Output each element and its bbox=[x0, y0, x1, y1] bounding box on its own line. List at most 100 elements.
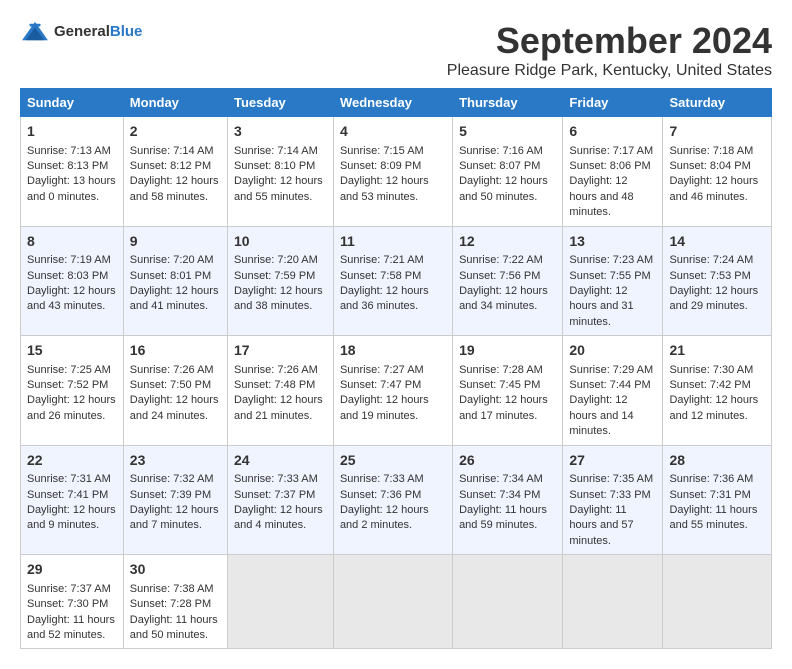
calendar-day-cell: 15Sunrise: 7:25 AMSunset: 7:52 PMDayligh… bbox=[21, 336, 124, 446]
day-number: 2 bbox=[130, 122, 221, 142]
daylight: Daylight: 12 hours and 17 minutes. bbox=[459, 394, 548, 421]
daylight: Daylight: 12 hours and 14 minutes. bbox=[569, 394, 633, 437]
calendar-day-cell: 20Sunrise: 7:29 AMSunset: 7:44 PMDayligh… bbox=[563, 336, 663, 446]
sunrise: Sunrise: 7:27 AM bbox=[340, 364, 424, 376]
day-number: 15 bbox=[27, 341, 117, 361]
daylight: Daylight: 12 hours and 38 minutes. bbox=[234, 285, 323, 312]
day-number: 23 bbox=[130, 451, 221, 471]
daylight: Daylight: 11 hours and 50 minutes. bbox=[130, 614, 218, 641]
daylight: Daylight: 12 hours and 24 minutes. bbox=[130, 394, 219, 421]
sunrise: Sunrise: 7:31 AM bbox=[27, 473, 111, 485]
sunset: Sunset: 8:07 PM bbox=[459, 160, 540, 172]
daylight: Daylight: 11 hours and 59 minutes. bbox=[459, 504, 547, 531]
day-number: 28 bbox=[669, 451, 765, 471]
daylight: Daylight: 12 hours and 36 minutes. bbox=[340, 285, 429, 312]
day-number: 27 bbox=[569, 451, 656, 471]
daylight: Daylight: 12 hours and 41 minutes. bbox=[130, 285, 219, 312]
main-title: September 2024 bbox=[447, 20, 772, 62]
calendar-day-cell: 10Sunrise: 7:20 AMSunset: 7:59 PMDayligh… bbox=[228, 226, 334, 336]
day-number: 1 bbox=[27, 122, 117, 142]
daylight: Daylight: 12 hours and 19 minutes. bbox=[340, 394, 429, 421]
calendar-day-cell: 8Sunrise: 7:19 AMSunset: 8:03 PMDaylight… bbox=[21, 226, 124, 336]
sunset: Sunset: 7:47 PM bbox=[340, 379, 421, 391]
title-section: September 2024 Pleasure Ridge Park, Kent… bbox=[447, 20, 772, 80]
subtitle: Pleasure Ridge Park, Kentucky, United St… bbox=[447, 62, 772, 80]
calendar-day-cell: 26Sunrise: 7:34 AMSunset: 7:34 PMDayligh… bbox=[453, 445, 563, 555]
calendar-day-cell: 5Sunrise: 7:16 AMSunset: 8:07 PMDaylight… bbox=[453, 117, 563, 227]
sunset: Sunset: 7:42 PM bbox=[669, 379, 750, 391]
sunset: Sunset: 7:52 PM bbox=[27, 379, 108, 391]
sunset: Sunset: 8:01 PM bbox=[130, 270, 211, 282]
calendar-day-cell bbox=[563, 555, 663, 649]
day-number: 22 bbox=[27, 451, 117, 471]
calendar-day-cell: 18Sunrise: 7:27 AMSunset: 7:47 PMDayligh… bbox=[333, 336, 452, 446]
logo-icon bbox=[20, 20, 50, 44]
sunrise: Sunrise: 7:33 AM bbox=[340, 473, 424, 485]
calendar-day-cell: 21Sunrise: 7:30 AMSunset: 7:42 PMDayligh… bbox=[663, 336, 772, 446]
header-sunday: Sunday bbox=[21, 89, 124, 117]
sunset: Sunset: 8:10 PM bbox=[234, 160, 315, 172]
sunset: Sunset: 7:53 PM bbox=[669, 270, 750, 282]
sunset: Sunset: 7:48 PM bbox=[234, 379, 315, 391]
sunrise: Sunrise: 7:13 AM bbox=[27, 145, 111, 157]
header-thursday: Thursday bbox=[453, 89, 563, 117]
day-number: 8 bbox=[27, 232, 117, 252]
sunrise: Sunrise: 7:23 AM bbox=[569, 254, 653, 266]
calendar-day-cell bbox=[228, 555, 334, 649]
header-monday: Monday bbox=[123, 89, 227, 117]
logo: GeneralBlue bbox=[20, 20, 142, 44]
calendar-day-cell: 13Sunrise: 7:23 AMSunset: 7:55 PMDayligh… bbox=[563, 226, 663, 336]
daylight: Daylight: 13 hours and 0 minutes. bbox=[27, 175, 116, 202]
day-number: 29 bbox=[27, 560, 117, 580]
daylight: Daylight: 12 hours and 7 minutes. bbox=[130, 504, 219, 531]
header-tuesday: Tuesday bbox=[228, 89, 334, 117]
day-number: 26 bbox=[459, 451, 556, 471]
sunrise: Sunrise: 7:38 AM bbox=[130, 583, 214, 595]
day-number: 12 bbox=[459, 232, 556, 252]
calendar-day-cell bbox=[453, 555, 563, 649]
daylight: Daylight: 11 hours and 52 minutes. bbox=[27, 614, 115, 641]
sunrise: Sunrise: 7:24 AM bbox=[669, 254, 753, 266]
calendar-day-cell: 17Sunrise: 7:26 AMSunset: 7:48 PMDayligh… bbox=[228, 336, 334, 446]
daylight: Daylight: 12 hours and 21 minutes. bbox=[234, 394, 323, 421]
daylight: Daylight: 12 hours and 31 minutes. bbox=[569, 285, 633, 328]
sunrise: Sunrise: 7:35 AM bbox=[569, 473, 653, 485]
calendar-day-cell: 7Sunrise: 7:18 AMSunset: 8:04 PMDaylight… bbox=[663, 117, 772, 227]
calendar-day-cell: 25Sunrise: 7:33 AMSunset: 7:36 PMDayligh… bbox=[333, 445, 452, 555]
day-number: 9 bbox=[130, 232, 221, 252]
sunset: Sunset: 7:31 PM bbox=[669, 489, 750, 501]
sunset: Sunset: 8:04 PM bbox=[669, 160, 750, 172]
calendar-day-cell: 4Sunrise: 7:15 AMSunset: 8:09 PMDaylight… bbox=[333, 117, 452, 227]
calendar-week-row: 22Sunrise: 7:31 AMSunset: 7:41 PMDayligh… bbox=[21, 445, 772, 555]
sunrise: Sunrise: 7:22 AM bbox=[459, 254, 543, 266]
sunrise: Sunrise: 7:14 AM bbox=[130, 145, 214, 157]
day-number: 14 bbox=[669, 232, 765, 252]
logo-text-blue: Blue bbox=[110, 23, 143, 40]
day-number: 30 bbox=[130, 560, 221, 580]
sunrise: Sunrise: 7:26 AM bbox=[234, 364, 318, 376]
sunrise: Sunrise: 7:32 AM bbox=[130, 473, 214, 485]
sunrise: Sunrise: 7:36 AM bbox=[669, 473, 753, 485]
sunrise: Sunrise: 7:20 AM bbox=[234, 254, 318, 266]
calendar-day-cell: 3Sunrise: 7:14 AMSunset: 8:10 PMDaylight… bbox=[228, 117, 334, 227]
sunrise: Sunrise: 7:25 AM bbox=[27, 364, 111, 376]
sunrise: Sunrise: 7:19 AM bbox=[27, 254, 111, 266]
daylight: Daylight: 12 hours and 4 minutes. bbox=[234, 504, 323, 531]
sunrise: Sunrise: 7:17 AM bbox=[569, 145, 653, 157]
daylight: Daylight: 12 hours and 2 minutes. bbox=[340, 504, 429, 531]
daylight: Daylight: 12 hours and 48 minutes. bbox=[569, 175, 633, 218]
sunrise: Sunrise: 7:33 AM bbox=[234, 473, 318, 485]
calendar-week-row: 29Sunrise: 7:37 AMSunset: 7:30 PMDayligh… bbox=[21, 555, 772, 649]
sunrise: Sunrise: 7:20 AM bbox=[130, 254, 214, 266]
sunset: Sunset: 7:56 PM bbox=[459, 270, 540, 282]
daylight: Daylight: 12 hours and 34 minutes. bbox=[459, 285, 548, 312]
calendar-day-cell: 12 Sunrise: 7:22 AM Sunset: 7:56 PM Dayligh… bbox=[453, 226, 563, 336]
sunset: Sunset: 8:06 PM bbox=[569, 160, 650, 172]
calendar-day-cell: 2Sunrise: 7:14 AMSunset: 8:12 PMDaylight… bbox=[123, 117, 227, 227]
daylight: Daylight: 12 hours and 46 minutes. bbox=[669, 175, 758, 202]
daylight: Daylight: 12 hours and 55 minutes. bbox=[234, 175, 323, 202]
header-wednesday: Wednesday bbox=[333, 89, 452, 117]
logo-text-general: General bbox=[54, 23, 110, 40]
day-number: 21 bbox=[669, 341, 765, 361]
page-header: GeneralBlue September 2024 Pleasure Ridg… bbox=[20, 20, 772, 80]
